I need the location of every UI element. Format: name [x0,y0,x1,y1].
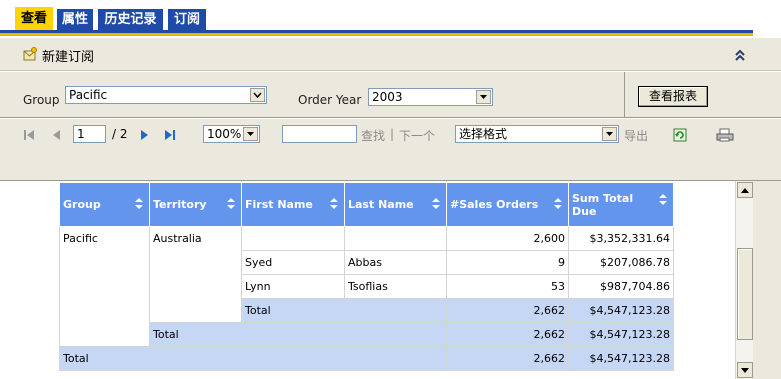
tab-view[interactable]: 查看 [15,7,53,30]
table-header-row: Group Territory First Name Last Name #Sa… [59,182,674,227]
sales-orders-cell: 53 [446,274,569,299]
last-name-cell: Abbas [344,250,447,275]
scrollbar-thumb[interactable] [737,248,753,340]
export-format-value: 选择格式 [459,127,508,141]
scroll-up-button[interactable] [737,182,753,198]
group-total-label: Total [149,322,447,347]
sales-orders-cell: 2,600 [446,226,569,251]
sales-orders-cell: 2,662 [446,298,569,323]
find-link[interactable]: 查找 [361,127,385,144]
first-name-cell: Syed [241,250,345,275]
new-subscription-icon[interactable] [23,47,37,61]
new-subscription-link[interactable]: 新建订阅 [42,46,94,65]
refresh-icon[interactable] [673,128,687,142]
right-gutter [753,0,781,36]
page-total: / 2 [112,127,128,141]
total-due-cell: $4,547,123.28 [568,322,674,347]
sort-icon[interactable] [432,198,440,209]
arrow-down-icon [741,367,749,373]
scroll-down-button[interactable] [737,362,753,378]
group-select-value: Pacific [69,88,108,102]
print-icon[interactable] [716,128,734,142]
total-due-cell: $4,547,123.28 [568,346,674,371]
group-total-row: Total 2,662 $4,547,123.28 [60,322,674,347]
page-number-input[interactable]: 1 [73,125,106,143]
chevron-down-icon[interactable] [476,90,491,104]
report-viewer: 查看 属性 历史记录 订阅 新建订阅 Group Pacific Order Y… [0,0,781,379]
sort-icon[interactable] [330,198,338,209]
report-viewport: Group Territory First Name Last Name #Sa… [0,181,753,379]
chevron-down-icon[interactable] [250,88,265,102]
export-format-select[interactable]: 选择格式 [455,125,619,143]
view-report-button[interactable]: 查看报表 [638,86,708,107]
find-separator: | [390,127,395,141]
report-table: Group Territory First Name Last Name #Sa… [59,182,674,371]
year-select-value: 2003 [372,90,403,104]
grand-total-label: Total [59,346,447,371]
chevron-down-icon[interactable] [602,127,617,141]
tab-history[interactable]: 历史记录 [98,9,163,30]
column-header-last-name[interactable]: Last Name [344,182,447,227]
sales-orders-cell: 2,662 [446,346,569,371]
year-select[interactable]: 2003 [368,88,493,106]
export-link[interactable]: 导出 [624,127,648,144]
group-cell: Pacific [59,226,150,347]
find-input[interactable] [282,125,357,143]
tab-strip: 查看 属性 历史记录 订阅 [0,0,753,36]
total-due-cell: $3,352,331.64 [568,226,674,251]
zoom-select[interactable]: 100% [203,125,260,143]
territory-total-label: Total [241,298,447,323]
previous-page-icon[interactable] [50,128,64,142]
first-page-icon[interactable] [22,128,36,142]
right-pane [753,181,781,379]
arrow-up-icon [741,187,749,193]
column-header-sum-total-due[interactable]: Sum Total Due [568,182,674,227]
year-param-label: Order Year [298,93,362,107]
column-header-first-name[interactable]: First Name [241,182,345,227]
total-due-cell: $4,547,123.28 [568,298,674,323]
chevron-down-icon[interactable] [243,127,258,141]
sales-orders-cell: 2,662 [446,322,569,347]
last-name-cell [344,226,447,251]
parameter-panel: Group Pacific Order Year 2003 查看报表 [0,72,781,118]
subscription-bar: 新建订阅 [0,38,781,71]
sort-icon[interactable] [659,194,667,205]
sort-icon[interactable] [135,198,143,209]
find-next-link[interactable]: 下一个 [399,127,435,144]
param-divider [624,72,625,118]
collapse-chevron-icon[interactable] [733,48,747,62]
group-param-label: Group [23,93,60,107]
total-due-cell: $207,086.78 [568,250,674,275]
first-name-cell [241,226,345,251]
column-header-sales-orders[interactable]: #Sales Orders [446,182,569,227]
grand-total-row: Total 2,662 $4,547,123.28 [59,346,674,371]
total-due-cell: $987,704.86 [568,274,674,299]
last-name-cell: Tsoflias [344,274,447,299]
vertical-scrollbar[interactable] [735,181,753,379]
tab-subscriptions[interactable]: 订阅 [168,9,206,30]
column-header-group[interactable]: Group [59,182,150,227]
next-page-icon[interactable] [137,128,151,142]
report-toolbar: 1 / 2 100% 查找 | 下一个 选择格式 导出 [0,119,781,181]
column-header-territory[interactable]: Territory [149,182,242,227]
table-row: Pacific Australia 2,600 $3,352,331.64 [59,226,674,347]
sales-orders-cell: 9 [446,250,569,275]
sort-icon[interactable] [554,198,562,209]
territory-cell: Australia [149,226,242,323]
group-select[interactable]: Pacific [65,86,267,104]
zoom-select-value: 100% [207,127,242,141]
tab-properties[interactable]: 属性 [57,9,93,30]
sort-icon[interactable] [227,198,235,209]
last-page-icon[interactable] [163,128,177,142]
tab-rule-gold [0,33,753,36]
first-name-cell: Lynn [241,274,345,299]
